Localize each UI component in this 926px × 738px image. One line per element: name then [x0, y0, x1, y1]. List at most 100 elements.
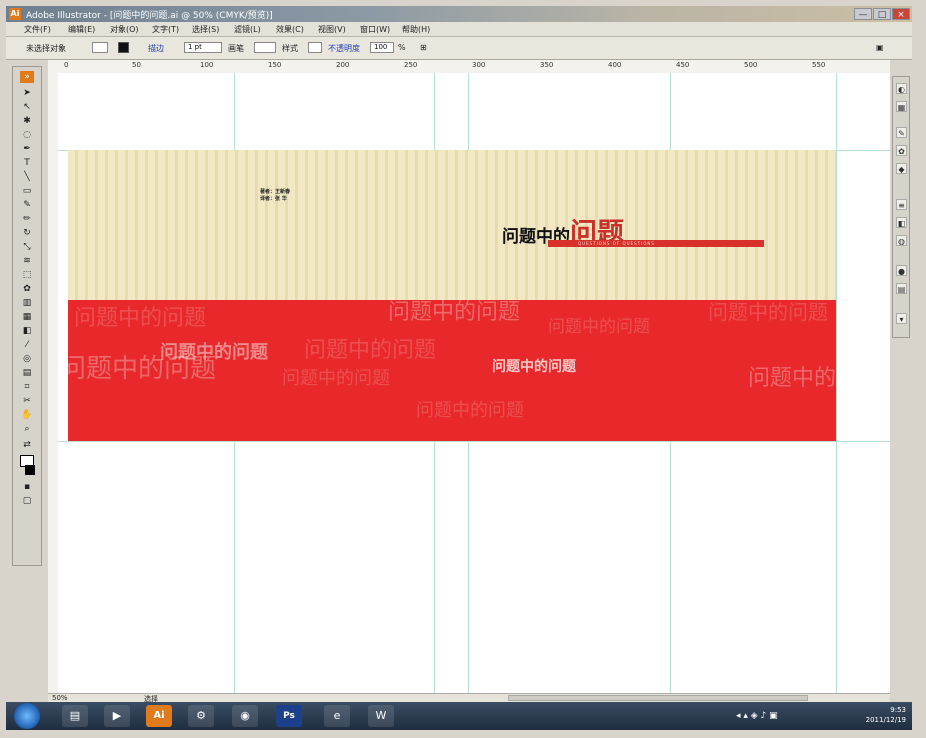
brush-label: 画笔 — [228, 44, 244, 53]
word-icon[interactable]: W — [368, 705, 394, 727]
ie-icon[interactable]: e — [324, 705, 350, 727]
pen-tool-icon[interactable]: ✒ — [20, 143, 34, 155]
transparency-panel-icon[interactable]: ◍ — [896, 235, 907, 246]
clock-time: 9:53 — [890, 706, 906, 714]
minimize-button[interactable]: — — [854, 8, 872, 20]
symbols-panel-icon[interactable]: ✿ — [896, 145, 907, 156]
network-icon[interactable]: ⚙ — [188, 705, 214, 727]
ruler-label: 450 — [676, 61, 690, 69]
panel-menu-icon[interactable]: ▾ — [896, 313, 907, 324]
swap-colors-icon[interactable]: ⇄ — [20, 439, 34, 451]
stroke-panel-icon[interactable]: ≡ — [896, 199, 907, 210]
stroke-weight-field[interactable]: 1 pt — [184, 42, 222, 53]
fill-swatch[interactable] — [92, 42, 108, 53]
menu-effect[interactable]: 效果(C) — [276, 24, 304, 35]
crop-tool-icon[interactable]: ⌗ — [20, 381, 34, 393]
panel-collapse-icon[interactable]: » — [20, 71, 34, 83]
stroke-color-icon[interactable] — [25, 465, 35, 475]
scissors-icon[interactable]: ✂ — [20, 395, 34, 407]
horizontal-scrollbar[interactable] — [508, 695, 808, 701]
folder-icon[interactable]: ▤ — [62, 705, 88, 727]
menu-filter[interactable]: 滤镜(L) — [234, 24, 261, 35]
author-line: 译者：张 华 — [260, 196, 287, 202]
illustrator-logo-icon: Ai — [9, 8, 21, 20]
ruler-label: 300 — [472, 61, 486, 69]
menu-select[interactable]: 选择(S) — [192, 24, 219, 35]
line-tool-icon[interactable]: ╲ — [20, 171, 34, 183]
type-tool-icon[interactable]: T — [20, 157, 34, 169]
blend-tool-icon[interactable]: ◎ — [20, 353, 34, 365]
artboard-canvas[interactable]: 著者：王新春 译者：张 华 问题中的问题 QUESTIONS OF QUESTI… — [58, 73, 890, 693]
ghost-text: 问题中的问题 — [74, 306, 207, 331]
mesh-tool-icon[interactable]: ▦ — [20, 311, 34, 323]
stroke-label[interactable]: 描边 — [148, 43, 164, 54]
zoom-tool-icon[interactable]: ⌕ — [20, 423, 34, 435]
author-info: 著者：王新春 译者：张 华 — [260, 189, 290, 203]
brushes-panel-icon[interactable]: ✎ — [896, 127, 907, 138]
free-transform-icon[interactable]: ⬚ — [20, 269, 34, 281]
subtitle-bar: QUESTIONS OF QUESTIONS — [548, 240, 764, 247]
graph-tool-icon[interactable]: ▥ — [20, 297, 34, 309]
selection-tool-icon[interactable]: ➤ — [20, 87, 34, 99]
menu-bar: 文件(F) 编辑(E) 对象(O) 文字(T) 选择(S) 滤镜(L) 效果(C… — [6, 22, 912, 37]
brush-dropdown[interactable] — [254, 42, 276, 53]
rectangle-tool-icon[interactable]: ▭ — [20, 185, 34, 197]
graphic-styles-icon[interactable]: ◆ — [896, 163, 907, 174]
menu-window[interactable]: 窗口(W) — [360, 24, 390, 35]
stroke-swatch[interactable] — [118, 42, 129, 53]
ghost-text: 问题中的问题 — [388, 300, 521, 325]
scale-tool-icon[interactable]: ⤡ — [20, 241, 34, 253]
gradient-panel-icon[interactable]: ◧ — [896, 217, 907, 228]
live-paint-icon[interactable]: ▤ — [20, 367, 34, 379]
symbol-sprayer-icon[interactable]: ✿ — [20, 283, 34, 295]
gradient-tool-icon[interactable]: ◧ — [20, 325, 34, 337]
opacity-unit: % — [398, 43, 406, 52]
color-panel-icon[interactable]: ◐ — [896, 83, 907, 94]
style-dropdown[interactable] — [308, 42, 322, 53]
pencil-tool-icon[interactable]: ✏ — [20, 213, 34, 225]
menu-view[interactable]: 视图(V) — [318, 24, 346, 35]
media-player-icon[interactable]: ▶ — [104, 705, 130, 727]
system-clock[interactable]: 9:53 2011/12/19 — [866, 705, 906, 725]
menu-object[interactable]: 对象(O) — [110, 24, 139, 35]
magic-wand-icon[interactable]: ✱ — [20, 115, 34, 127]
start-button[interactable] — [14, 703, 40, 729]
swatches-panel-icon[interactable]: ▦ — [896, 101, 907, 112]
hand-tool-icon[interactable]: ✋ — [20, 409, 34, 421]
browser-icon[interactable]: ◉ — [232, 705, 258, 727]
opacity-label[interactable]: 不透明度 — [328, 43, 360, 54]
control-bar: 未选择对象 描边 1 pt 画笔 样式 不透明度 100 % ⊞ ▣ — [6, 37, 912, 60]
cover-red-band: 问题中的问题 问题中的问题 问题中的问题 问题中的问题 问题中的问题 问题中的问… — [68, 300, 836, 441]
ruler-label: 500 — [744, 61, 758, 69]
menu-help[interactable]: 帮助(H) — [402, 24, 430, 35]
illustrator-taskbar-icon[interactable]: Ai — [146, 705, 172, 727]
close-button[interactable]: × — [892, 8, 910, 20]
opacity-field[interactable]: 100 — [370, 42, 394, 53]
lasso-icon[interactable]: ◌ — [20, 129, 34, 141]
ruler-label: 350 — [540, 61, 554, 69]
eyedropper-icon[interactable]: ⁄ — [20, 339, 34, 351]
photoshop-icon[interactable]: Ps — [276, 705, 302, 727]
windows-taskbar: ▤ ▶ Ai ⚙ ◉ Ps e W ◂ ▴ ◈ ♪ ▣ 9:53 2011/12… — [6, 702, 912, 730]
menu-type[interactable]: 文字(T) — [152, 24, 179, 35]
menu-edit[interactable]: 编辑(E) — [68, 24, 95, 35]
layers-panel-icon[interactable]: ▤ — [896, 283, 907, 294]
appearance-panel-icon[interactable]: ● — [896, 265, 907, 276]
ruler-label: 0 — [64, 61, 69, 69]
system-tray-icons[interactable]: ◂ ▴ ◈ ♪ ▣ — [736, 711, 778, 721]
color-mode-icon[interactable]: ▪ — [20, 481, 34, 493]
align-icon[interactable]: ⊞ — [420, 43, 427, 52]
menu-file[interactable]: 文件(F) — [24, 24, 51, 35]
workspace-icon[interactable]: ▣ — [876, 43, 884, 52]
ghost-text: 问题中的问题 — [304, 338, 437, 363]
ruler-label: 550 — [812, 61, 826, 69]
warp-tool-icon[interactable]: ≋ — [20, 255, 34, 267]
brush-tool-icon[interactable]: ✎ — [20, 199, 34, 211]
screen-mode-icon[interactable]: ▢ — [20, 495, 34, 507]
zoom-level[interactable]: 50% — [52, 694, 68, 702]
ruler-label: 150 — [268, 61, 282, 69]
selection-status: 未选择对象 — [26, 44, 66, 53]
rotate-tool-icon[interactable]: ↻ — [20, 227, 34, 239]
direct-selection-icon[interactable]: ↖ — [20, 101, 34, 113]
maximize-button[interactable]: □ — [873, 8, 891, 20]
